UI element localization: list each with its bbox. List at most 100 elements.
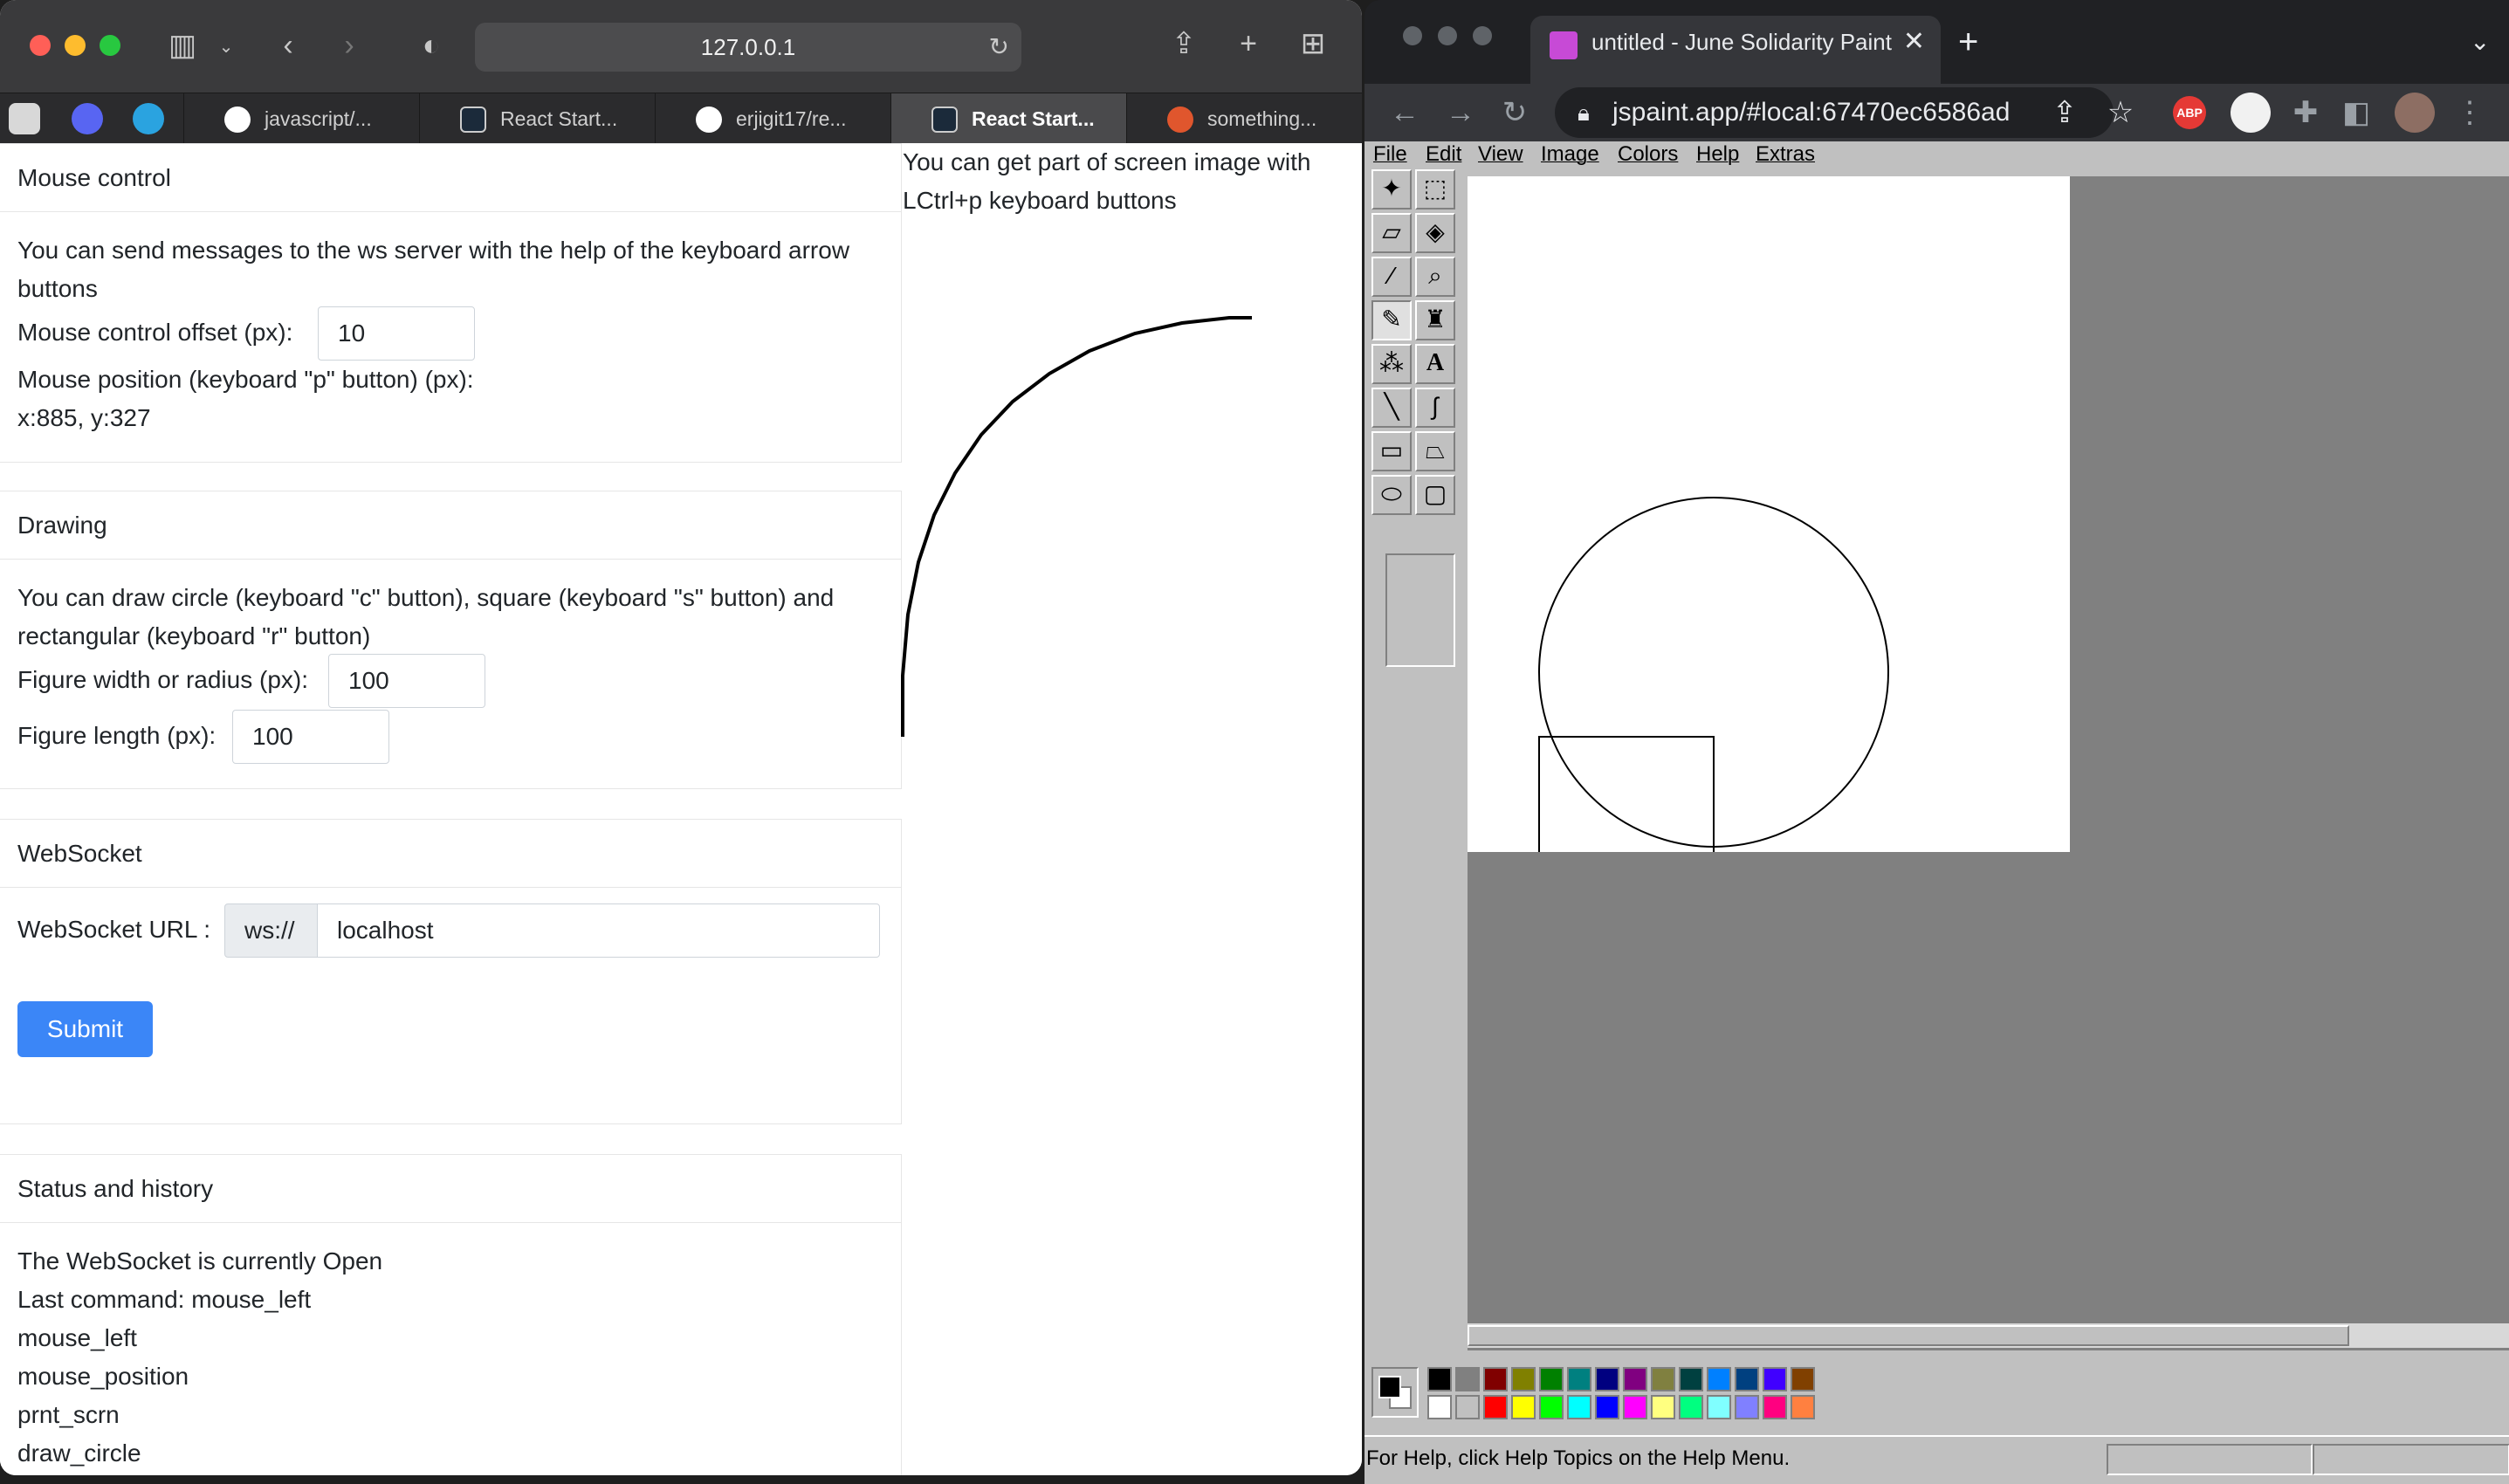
- rs-icon[interactable]: [9, 103, 40, 134]
- color-swatch[interactable]: [1763, 1367, 1787, 1391]
- extensions-puzzle-icon[interactable]: ✚: [2286, 84, 2325, 141]
- minimize-window-button[interactable]: [65, 35, 86, 56]
- tool-options-box[interactable]: [1385, 553, 1455, 667]
- figure-width-input[interactable]: 100: [328, 654, 485, 708]
- reload-icon[interactable]: ↻: [1495, 84, 1534, 141]
- curve-icon[interactable]: ∫: [1415, 388, 1455, 428]
- menu-edit[interactable]: Edit: [1426, 141, 1461, 168]
- extension-icon[interactable]: [2231, 93, 2271, 133]
- color-swatch[interactable]: [1595, 1367, 1619, 1391]
- color-swatch[interactable]: [1651, 1367, 1675, 1391]
- color-swatch[interactable]: [1455, 1395, 1480, 1419]
- close-tab-icon[interactable]: ✕: [1903, 16, 1925, 68]
- telegram-icon[interactable]: [133, 103, 164, 134]
- color-swatch[interactable]: [1483, 1395, 1508, 1419]
- menu-extras[interactable]: Extras: [1756, 141, 1815, 168]
- tab-erjigit17[interactable]: erjigit17/re...: [655, 93, 890, 144]
- color-swatch[interactable]: [1455, 1367, 1480, 1391]
- ellipse-icon[interactable]: ⬭: [1371, 475, 1412, 515]
- color-swatch[interactable]: [1623, 1367, 1647, 1391]
- share-icon[interactable]: ⇪: [1166, 26, 1201, 61]
- chevron-down-icon[interactable]: ⌄: [215, 30, 237, 65]
- tab-search-icon[interactable]: ⌄: [2470, 17, 2490, 66]
- bookmark-star-icon[interactable]: ☆: [2101, 84, 2140, 141]
- new-tab-icon[interactable]: +: [1231, 26, 1266, 61]
- rounded-rectangle-icon[interactable]: ▢: [1415, 475, 1455, 515]
- color-swatch[interactable]: [1735, 1395, 1759, 1419]
- tab-something[interactable]: something...: [1126, 93, 1362, 144]
- menu-colors[interactable]: Colors: [1618, 141, 1678, 168]
- horizontal-scrollbar[interactable]: [1468, 1323, 2509, 1348]
- tab-react-starter-1[interactable]: React Start...: [419, 93, 655, 144]
- back-icon[interactable]: ‹: [272, 28, 304, 63]
- color-picker-icon[interactable]: ⁄: [1371, 257, 1412, 297]
- polygon-icon[interactable]: ⏢: [1415, 431, 1455, 471]
- reload-icon[interactable]: ↻: [989, 23, 1009, 72]
- forward-icon[interactable]: →: [1441, 84, 1480, 141]
- omnibox[interactable]: 🔒︎ jspaint.app/#local:67470ec6586ad: [1555, 87, 2114, 138]
- eraser-icon[interactable]: ▱: [1371, 213, 1412, 253]
- address-bar[interactable]: 127.0.0.1 ↻: [475, 23, 1021, 72]
- color-swatch[interactable]: [1763, 1395, 1787, 1419]
- zoom-window-button[interactable]: [1473, 26, 1492, 45]
- airbrush-icon[interactable]: ⁂: [1371, 344, 1412, 384]
- brush-icon[interactable]: ♜: [1415, 300, 1455, 340]
- minimize-window-button[interactable]: [1438, 26, 1457, 45]
- line-icon[interactable]: ╲: [1371, 388, 1412, 428]
- fill-bucket-icon[interactable]: ◈: [1415, 213, 1455, 253]
- color-swatch[interactable]: [1567, 1367, 1591, 1391]
- menu-file[interactable]: File: [1373, 141, 1407, 168]
- menu-image[interactable]: Image: [1541, 141, 1599, 168]
- profile-avatar[interactable]: [2395, 93, 2435, 133]
- drawing-canvas[interactable]: [1468, 176, 2070, 912]
- menu-view[interactable]: View: [1478, 141, 1523, 168]
- text-icon[interactable]: A: [1415, 344, 1455, 384]
- tab-javascript[interactable]: javascript/...: [183, 93, 419, 144]
- forward-icon[interactable]: ›: [333, 28, 365, 63]
- new-tab-button[interactable]: +: [1958, 17, 1978, 66]
- color-swatch[interactable]: [1427, 1367, 1452, 1391]
- color-swatch[interactable]: [1679, 1367, 1703, 1391]
- privacy-shield-icon[interactable]: ◐: [414, 28, 449, 63]
- figure-length-input[interactable]: 100: [232, 710, 389, 764]
- free-form-select-icon[interactable]: ✦: [1371, 169, 1412, 210]
- tab-react-starter-active[interactable]: React Start...: [890, 93, 1126, 144]
- select-icon[interactable]: ⬚: [1415, 169, 1455, 210]
- current-colors[interactable]: [1371, 1367, 1419, 1418]
- color-swatch[interactable]: [1427, 1395, 1452, 1419]
- color-swatch[interactable]: [1791, 1395, 1815, 1419]
- color-swatch[interactable]: [1651, 1395, 1675, 1419]
- color-swatch[interactable]: [1483, 1367, 1508, 1391]
- color-swatch[interactable]: [1623, 1395, 1647, 1419]
- color-swatch[interactable]: [1707, 1395, 1731, 1419]
- tab-jspaint[interactable]: untitled - June Solidarity Paint ✕: [1530, 16, 1941, 84]
- back-icon[interactable]: ←: [1385, 84, 1424, 141]
- sidebar-icon[interactable]: ▥: [162, 28, 203, 63]
- share-icon[interactable]: ⇪: [2045, 84, 2084, 141]
- more-menu-icon[interactable]: ⋮: [2452, 84, 2487, 141]
- discord-icon[interactable]: [72, 103, 103, 134]
- color-swatch[interactable]: [1595, 1395, 1619, 1419]
- magnifier-icon[interactable]: ⌕: [1415, 257, 1455, 297]
- rectangle-icon[interactable]: ▭: [1371, 431, 1412, 471]
- color-swatch[interactable]: [1707, 1367, 1731, 1391]
- color-swatch[interactable]: [1735, 1367, 1759, 1391]
- color-swatch[interactable]: [1539, 1395, 1564, 1419]
- scrollbar-thumb[interactable]: [1468, 1325, 2349, 1346]
- menu-help[interactable]: Help: [1696, 141, 1739, 168]
- adblock-icon[interactable]: ABP: [2173, 96, 2206, 129]
- color-swatch[interactable]: [1539, 1367, 1564, 1391]
- color-swatch[interactable]: [1511, 1367, 1536, 1391]
- close-window-button[interactable]: [30, 35, 51, 56]
- submit-button[interactable]: Submit: [17, 1001, 153, 1057]
- zoom-window-button[interactable]: [100, 35, 120, 56]
- websocket-url-input[interactable]: localhost: [317, 903, 880, 958]
- color-swatch[interactable]: [1791, 1367, 1815, 1391]
- color-swatch[interactable]: [1567, 1395, 1591, 1419]
- mouse-offset-input[interactable]: 10: [318, 306, 475, 361]
- color-swatch[interactable]: [1511, 1395, 1536, 1419]
- close-window-button[interactable]: [1403, 26, 1422, 45]
- color-swatch[interactable]: [1679, 1395, 1703, 1419]
- tab-overview-icon[interactable]: ⊞: [1296, 26, 1330, 61]
- side-panel-icon[interactable]: ◧: [2337, 84, 2375, 141]
